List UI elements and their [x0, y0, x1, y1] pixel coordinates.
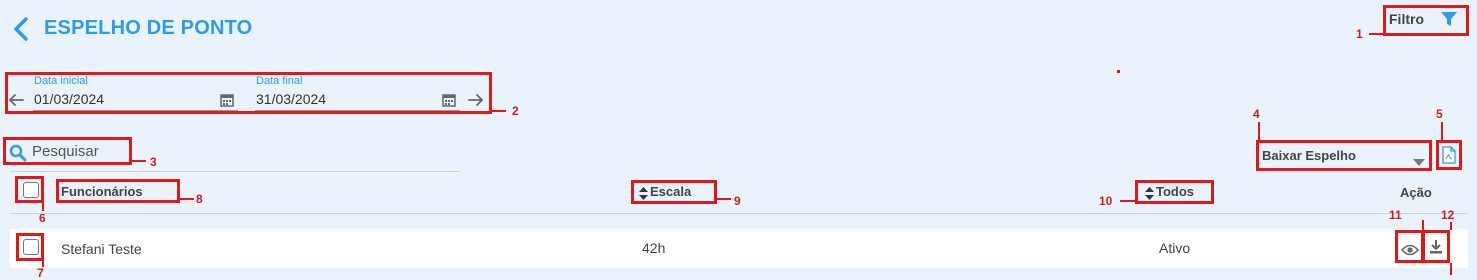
- annotation-box-11: [1395, 230, 1424, 263]
- annotation-number-2: 2: [512, 104, 519, 118]
- annotation-line-5: [1441, 122, 1443, 140]
- table-row: [10, 229, 1468, 268]
- annotation-box-12: [1422, 230, 1450, 263]
- page: ESPELHO DE PONTO Filtro 1 Data inicial 0…: [0, 0, 1477, 280]
- column-header-action: Ação: [1400, 185, 1432, 200]
- back-chevron-icon[interactable]: [10, 16, 32, 46]
- annotation-box-3: [3, 137, 132, 165]
- header-divider: [10, 213, 1468, 214]
- search-divider: [10, 171, 460, 172]
- cell-schedule: 42h: [642, 240, 666, 256]
- annotation-number-8: 8: [196, 192, 203, 206]
- annotation-box-5: [1436, 140, 1462, 170]
- annotation-line-6: [42, 203, 44, 211]
- page-title: ESPELHO DE PONTO: [44, 17, 253, 39]
- annotation-line-1: [1369, 33, 1385, 35]
- annotation-line-12-top: [1450, 222, 1452, 230]
- annotation-number-12: 12: [1441, 208, 1455, 222]
- annotation-number-11: 11: [1389, 208, 1402, 222]
- annotation-box-9: [631, 180, 717, 204]
- annotation-number-10: 10: [1099, 194, 1113, 208]
- annotation-line-2: [492, 110, 506, 112]
- annotation-number-9: 9: [734, 194, 741, 208]
- annotation-line-3: [132, 160, 146, 162]
- annotation-number-7: 7: [37, 266, 44, 280]
- annotation-box-8: [56, 179, 180, 203]
- annotation-box-1: [1383, 5, 1469, 36]
- annotation-box-4: [1256, 140, 1432, 171]
- annotation-number-4: 4: [1253, 107, 1260, 121]
- annotation-line-11: [1422, 220, 1424, 230]
- annotation-box-10: [1135, 180, 1214, 204]
- annotation-line-8: [180, 198, 194, 200]
- annotation-line-12-bottom: [1450, 263, 1452, 275]
- annotation-box-7: [16, 233, 44, 261]
- cell-status: Ativo: [1159, 240, 1191, 256]
- annotation-box-2: [5, 72, 492, 114]
- annotation-number-5: 5: [1436, 107, 1443, 121]
- annotation-box-6: [15, 176, 44, 203]
- annotation-line-9: [717, 198, 731, 200]
- annotation-number-3: 3: [150, 155, 157, 169]
- annotation-dot: [1117, 70, 1120, 73]
- annotation-line-10: [1120, 200, 1135, 202]
- cell-employee-name: Stefani Teste: [61, 241, 142, 257]
- annotation-line-4: [1258, 122, 1260, 140]
- annotation-number-1: 1: [1356, 27, 1363, 41]
